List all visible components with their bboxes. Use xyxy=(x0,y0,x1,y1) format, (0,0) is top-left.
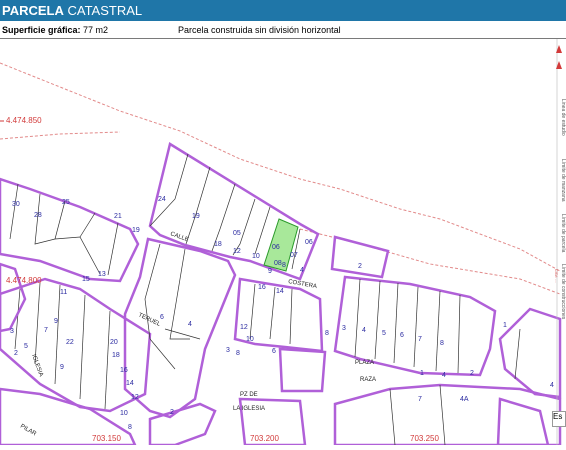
svg-text:9: 9 xyxy=(60,364,64,371)
map-legend-strip: Linea de estudio Límite de manzana Límit… xyxy=(553,39,566,445)
svg-text:21: 21 xyxy=(114,213,122,220)
svg-text:12: 12 xyxy=(240,324,248,331)
legend-item: Límite de construcciones xyxy=(560,264,566,320)
svg-text:7: 7 xyxy=(44,327,48,334)
svg-text:4: 4 xyxy=(442,372,446,379)
coord-label: 703.250 xyxy=(410,434,439,443)
svg-text:10: 10 xyxy=(246,336,254,343)
parcel-description: Parcela construida sin división horizont… xyxy=(178,25,341,35)
svg-text:3: 3 xyxy=(226,347,230,354)
legend-item: Límite de manzana xyxy=(560,159,566,202)
svg-text:4: 4 xyxy=(188,321,192,328)
coord-label: 703.150 xyxy=(92,434,121,443)
svg-text:10: 10 xyxy=(120,410,128,417)
cadastral-map[interactable]: 4.474.850 4.474.800 703.150 703.200 703.… xyxy=(0,39,566,445)
svg-text:5: 5 xyxy=(382,330,386,337)
map-canvas: 4.474.850 4.474.800 703.150 703.200 703.… xyxy=(0,62,562,445)
block-small xyxy=(330,235,390,279)
street-label: LA IGLESIA xyxy=(233,406,265,412)
svg-text:2: 2 xyxy=(470,370,474,377)
svg-text:CSV: ...: CSV: ... xyxy=(554,269,559,283)
street-label: RAZA xyxy=(360,377,376,383)
page-title: PARCELA CATASTRAL xyxy=(2,3,143,18)
coord-label: 4.474.850 xyxy=(6,116,42,125)
svg-text:06: 06 xyxy=(305,239,313,246)
svg-text:14: 14 xyxy=(276,288,284,295)
svg-text:12: 12 xyxy=(131,394,139,401)
svg-text:19: 19 xyxy=(132,227,140,234)
coord-label: 703.200 xyxy=(250,434,279,443)
svg-text:6: 6 xyxy=(400,332,404,339)
svg-text:3: 3 xyxy=(10,328,14,335)
surface-area: Superficie gráfica: 77 m2 xyxy=(2,25,109,35)
svg-text:25: 25 xyxy=(62,199,70,206)
svg-text:22: 22 xyxy=(66,339,74,346)
svg-text:2: 2 xyxy=(14,350,18,357)
svg-text:8: 8 xyxy=(236,350,240,357)
svg-text:8: 8 xyxy=(128,424,132,431)
block-left-top xyxy=(0,177,140,283)
svg-text:05: 05 xyxy=(233,230,241,237)
svg-text:2: 2 xyxy=(170,409,174,416)
svg-text:18: 18 xyxy=(214,241,222,248)
svg-text:9: 9 xyxy=(268,268,272,275)
svg-text:6: 6 xyxy=(272,348,276,355)
svg-text:20: 20 xyxy=(110,339,118,346)
svg-text:4: 4 xyxy=(300,267,304,274)
svg-text:1: 1 xyxy=(503,322,507,329)
svg-text:8: 8 xyxy=(325,330,329,337)
svg-text:28: 28 xyxy=(34,212,42,219)
parcel-info-bar: Superficie gráfica: 77 m2 Parcela constr… xyxy=(0,21,566,39)
svg-text:3: 3 xyxy=(342,325,346,332)
svg-text:8: 8 xyxy=(440,340,444,347)
svg-text:16: 16 xyxy=(120,367,128,374)
svg-text:7: 7 xyxy=(418,336,422,343)
corner-tab[interactable]: Es xyxy=(552,411,566,427)
svg-text:16: 16 xyxy=(258,284,266,291)
svg-text:14: 14 xyxy=(126,380,134,387)
svg-text:4A: 4A xyxy=(460,396,469,403)
svg-text:9: 9 xyxy=(54,318,58,325)
svg-text:8: 8 xyxy=(282,262,286,269)
street-label: TERUEL xyxy=(137,312,162,328)
legend-item: Linea de estudio xyxy=(560,99,566,136)
svg-text:2: 2 xyxy=(358,263,362,270)
svg-text:5: 5 xyxy=(24,343,28,350)
svg-text:24: 24 xyxy=(158,196,166,203)
street-label: PZ DE xyxy=(240,392,258,398)
svg-text:13: 13 xyxy=(98,271,106,278)
street-label: IGLESIA xyxy=(30,354,44,378)
coord-label: 4.474.800 xyxy=(6,276,42,285)
svg-text:18: 18 xyxy=(112,352,120,359)
svg-text:7: 7 xyxy=(418,396,422,403)
svg-text:30: 30 xyxy=(12,201,20,208)
street-label: PILAR xyxy=(19,424,38,438)
svg-text:06: 06 xyxy=(272,244,280,251)
svg-text:1: 1 xyxy=(420,370,424,377)
legend-item: Límite de parcela xyxy=(560,214,566,253)
svg-text:15: 15 xyxy=(82,276,90,283)
svg-text:11: 11 xyxy=(60,289,67,296)
street-label: PLAZA xyxy=(355,360,374,366)
svg-text:08: 08 xyxy=(274,260,282,267)
svg-text:10: 10 xyxy=(252,253,260,260)
svg-text:12: 12 xyxy=(233,248,241,255)
svg-text:19: 19 xyxy=(192,213,200,220)
svg-text:07: 07 xyxy=(290,252,298,259)
title-bar: PARCELA CATASTRAL xyxy=(0,0,566,21)
svg-text:6: 6 xyxy=(160,314,164,321)
svg-text:4: 4 xyxy=(362,327,366,334)
